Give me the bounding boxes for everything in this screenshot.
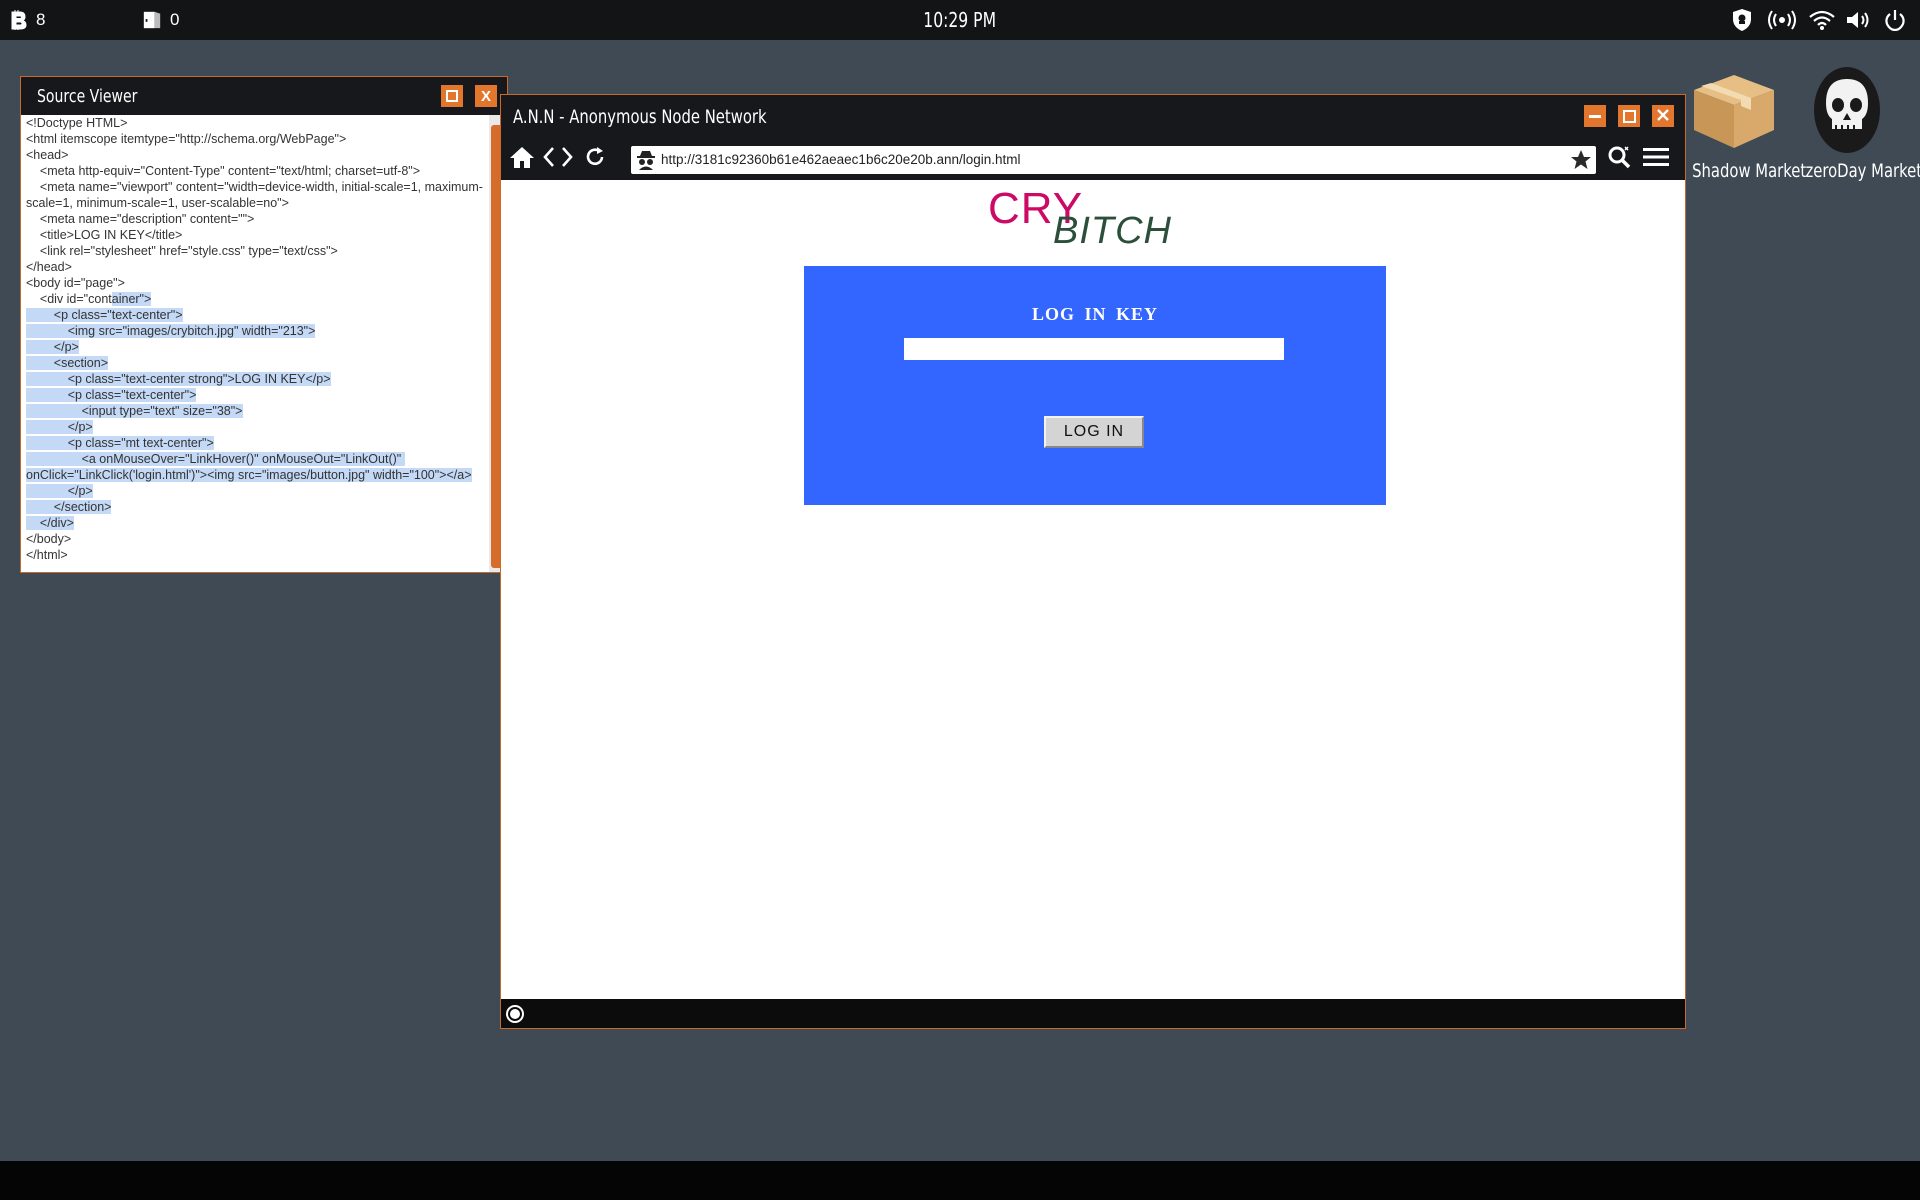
bookmark-star-icon[interactable]: [1570, 149, 1592, 176]
volume-icon[interactable]: [1845, 9, 1873, 31]
maximize-button[interactable]: [441, 85, 463, 107]
broadcast-icon[interactable]: [1766, 9, 1798, 31]
wifi-icon[interactable]: [1808, 9, 1836, 31]
source-viewer-titlebar[interactable]: Source Viewer X: [21, 77, 507, 115]
search-icon: [1607, 145, 1633, 174]
source-viewer-window: Source Viewer X <!Doctype HTML> <html it…: [20, 76, 508, 573]
close-button[interactable]: [1652, 105, 1674, 127]
source-code-plain: <!Doctype HTML> <html itemscope itemtype…: [26, 116, 483, 306]
reload-button[interactable]: [583, 146, 607, 173]
window-title: Source Viewer: [37, 86, 138, 107]
login-key-input[interactable]: [904, 338, 1284, 360]
clock: 10:29 PM: [923, 8, 997, 32]
hamburger-menu-icon: [1642, 146, 1670, 173]
source-code-tail: </body> </html>: [26, 532, 72, 562]
taskbar: [0, 1161, 1920, 1200]
chevron-right-icon: [560, 146, 574, 173]
close-button[interactable]: X: [475, 85, 497, 107]
search-tool-button[interactable]: [1607, 145, 1633, 174]
desktop-icon-label: zeroDay Market: [1805, 160, 1920, 182]
reload-icon: [584, 146, 606, 173]
package-icon: [1676, 60, 1792, 160]
minimize-icon: [1589, 114, 1601, 118]
power-icon[interactable]: [1883, 9, 1907, 31]
home-icon: [509, 145, 535, 174]
crybitch-logo: CRY BITCH: [985, 184, 1205, 254]
minimize-button[interactable]: [1584, 105, 1606, 127]
desktop-icon-shadow-market[interactable]: Shadow Market: [1676, 60, 1806, 183]
maximize-button[interactable]: [1618, 105, 1640, 127]
menu-button[interactable]: [1642, 147, 1670, 171]
page-content: CRY BITCH LOG IN KEY LOG IN: [501, 180, 1685, 999]
source-code[interactable]: <!Doctype HTML> <html itemscope itemtype…: [26, 115, 487, 572]
skull-icon: [1789, 60, 1905, 160]
browser-window: A.N.N - Anonymous Node Network http://31…: [500, 94, 1686, 1029]
browser-titlebar[interactable]: A.N.N - Anonymous Node Network: [501, 95, 1685, 138]
source-code-selection: ainer"> <p class="text-center"> <img src…: [26, 292, 472, 530]
shield-icon[interactable]: [1730, 9, 1754, 31]
window-title: A.N.N - Anonymous Node Network: [513, 106, 767, 128]
back-button[interactable]: [541, 146, 557, 173]
close-icon: X: [480, 87, 491, 105]
anonymous-spy-icon: [635, 149, 657, 176]
desktop-icon-zeroday-market[interactable]: zeroDay Market: [1789, 60, 1920, 183]
home-button[interactable]: [509, 145, 535, 174]
login-button[interactable]: LOG IN: [1044, 416, 1144, 448]
status-circle-icon: [505, 1004, 525, 1029]
login-key-label: LOG IN KEY: [1031, 304, 1159, 324]
address-bar[interactable]: http://3181c92360b61e462aeaec1b6c20e20b.…: [631, 146, 1596, 174]
url-text: http://3181c92360b61e462aeaec1b6c20e20b.…: [661, 152, 1021, 167]
browser-toolbar: http://3181c92360b61e462aeaec1b6c20e20b.…: [501, 138, 1685, 180]
forward-button[interactable]: [559, 146, 575, 173]
maximize-icon: [446, 90, 458, 102]
browser-statusbar: [501, 999, 1685, 1028]
chevron-left-icon: [542, 146, 556, 173]
logo-word-bitch: BITCH: [1053, 210, 1172, 252]
maximize-icon: [1622, 109, 1636, 123]
login-panel: LOG IN KEY LOG IN: [804, 266, 1386, 505]
close-icon: [1657, 108, 1669, 125]
top-bar: 8 0 10:29 PM: [0, 0, 1920, 40]
